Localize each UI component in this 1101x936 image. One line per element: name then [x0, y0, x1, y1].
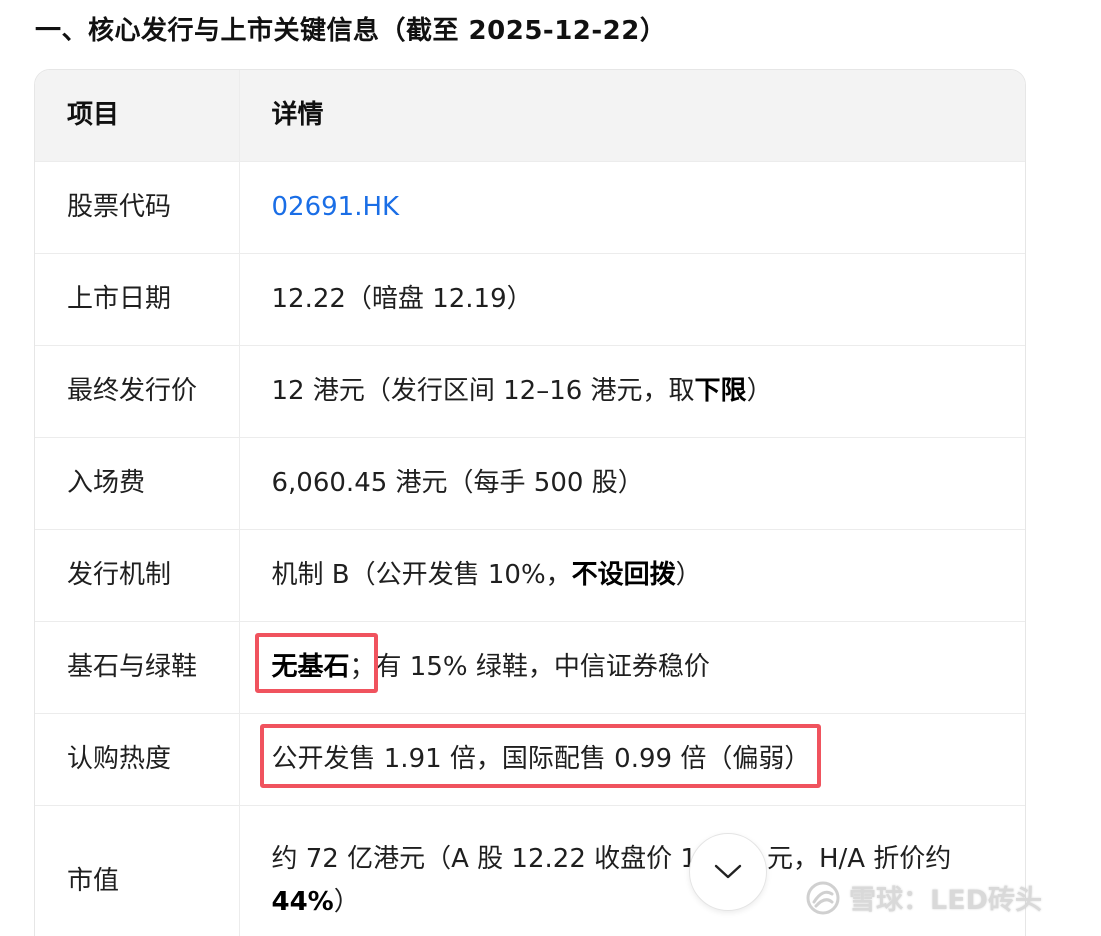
header-item: 项目: [35, 70, 240, 162]
row-label: 最终发行价: [35, 345, 240, 438]
table-header-row: 项目 详情: [35, 70, 1025, 162]
header-detail: 详情: [239, 70, 1025, 162]
row-label: 入场费: [35, 437, 240, 530]
info-table-container: 项目 详情 股票代码 02691.HK 上市日期 12.22（暗盘 12.19）…: [34, 69, 1026, 936]
table-row: 基石与绿鞋 无基石 ；有 15% 绿鞋，中信证券稳价: [35, 621, 1025, 714]
info-table: 项目 详情 股票代码 02691.HK 上市日期 12.22（暗盘 12.19）…: [35, 70, 1025, 936]
table-row: 股票代码 02691.HK: [35, 161, 1025, 254]
section-heading: 一、核心发行与上市关键信息（截至 2025-12-22）: [35, 16, 667, 46]
value-text: 公开发售 1.91 倍，国际配售 0.99 倍（偏弱）: [271, 744, 811, 775]
value-bold: 不设回拨: [571, 560, 676, 591]
row-value: 6,060.45 港元（每手 500 股）: [239, 437, 1025, 530]
row-label: 基石与绿鞋: [35, 621, 240, 714]
table-row: 认购热度 公开发售 1.91 倍，国际配售 0.99 倍（偏弱）: [35, 713, 1025, 806]
scroll-down-button[interactable]: [689, 833, 767, 911]
value-bold: 无基石: [271, 652, 350, 683]
row-value: 12 港元（发行区间 12–16 港元，取下限）: [239, 345, 1025, 438]
watermark-text: 雪球：LED砖头: [849, 885, 1043, 916]
value-text: 约 72 亿港元（A 股 12.22 收盘价 1: [271, 844, 697, 875]
row-label: 发行机制: [35, 529, 240, 622]
row-label: 上市日期: [35, 253, 240, 346]
table-row: 上市日期 12.22（暗盘 12.19）: [35, 253, 1025, 346]
value-text: ；有 15% 绿鞋，中信证券稳价: [349, 652, 710, 683]
value-bold: 44%: [271, 887, 334, 917]
page: 一、核心发行与上市关键信息（截至 2025-12-22） 项目 详情 股票代码 …: [0, 0, 1101, 936]
value-text: 12 港元（发行区间 12–16 港元，取: [271, 376, 695, 407]
row-value: 机制 B（公开发售 10%，不设回拨）: [239, 529, 1025, 622]
chevron-down-icon: [714, 864, 742, 879]
table-row: 发行机制 机制 B（公开发售 10%，不设回拨）: [35, 529, 1025, 622]
value-text: ）: [333, 887, 360, 917]
row-label: 市值: [35, 805, 240, 936]
value-text: ）: [675, 560, 702, 591]
watermark: 雪球：LED砖头: [805, 878, 1042, 917]
table-row: 入场费 6,060.45 港元（每手 500 股）: [35, 437, 1025, 530]
row-value: 公开发售 1.91 倍，国际配售 0.99 倍（偏弱）: [239, 713, 1025, 806]
row-value: 02691.HK: [239, 161, 1025, 254]
value-bold: 下限: [694, 376, 747, 407]
row-label: 股票代码: [35, 161, 240, 254]
value-text: 元，H/A 折价约: [766, 844, 952, 875]
row-value: 无基石 ；有 15% 绿鞋，中信证券稳价: [239, 621, 1025, 714]
xueqiu-logo-icon: [806, 881, 840, 914]
highlight-no-cornerstone: 无基石: [254, 633, 378, 694]
value-text: 机制 B（公开发售 10%，: [271, 560, 572, 591]
value-text: ）: [746, 376, 773, 407]
highlight-subscription: 公开发售 1.91 倍，国际配售 0.99 倍（偏弱）: [259, 724, 821, 789]
row-label: 认购热度: [35, 713, 240, 806]
row-value: 12.22（暗盘 12.19）: [239, 253, 1025, 346]
stock-code-link[interactable]: 02691.HK: [272, 192, 400, 222]
table-row: 最终发行价 12 港元（发行区间 12–16 港元，取下限）: [35, 345, 1025, 438]
